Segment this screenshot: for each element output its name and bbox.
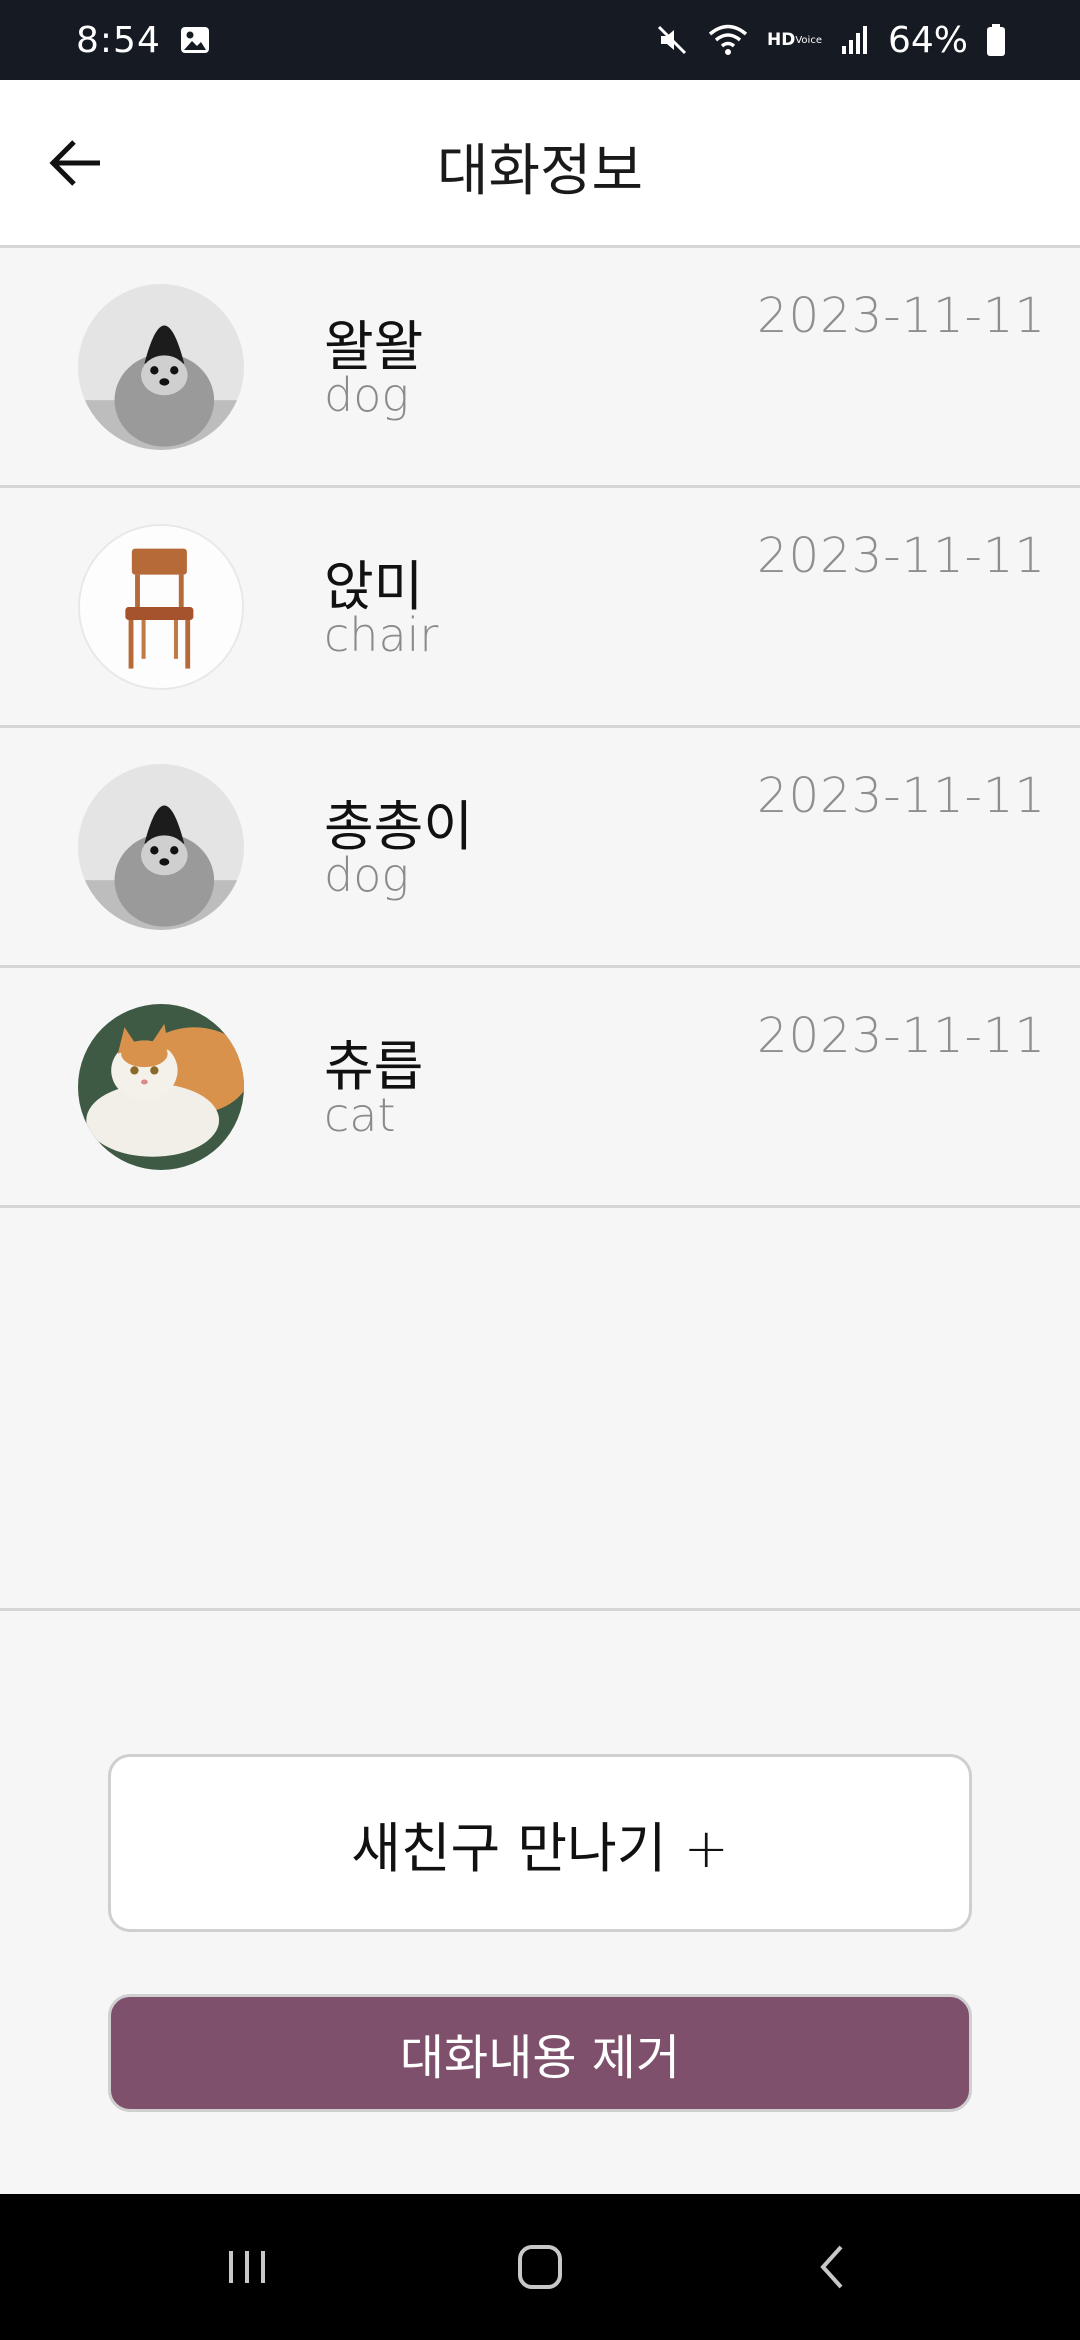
mute-icon [655, 23, 689, 57]
image-icon [179, 24, 211, 56]
chat-row[interactable]: 츄릅 cat 2023-11-11 [0, 968, 1080, 1208]
chat-date: 2023-11-11 [757, 288, 1046, 344]
home-icon [517, 2245, 562, 2289]
chat-kind: cat [324, 1088, 396, 1142]
page-title: 대화정보 [436, 139, 644, 204]
recent-apps-button[interactable] [207, 2227, 287, 2307]
chat-kind: dog [324, 368, 409, 422]
system-back-button[interactable] [793, 2227, 873, 2307]
hd-label: HD [767, 29, 796, 50]
back-icon [820, 2245, 843, 2289]
chat-row[interactable]: 총총이 dog 2023-11-11 [0, 728, 1080, 968]
divider [0, 1608, 1080, 1611]
wifi-icon [707, 23, 749, 57]
navigation-bar [0, 2194, 1080, 2340]
dog-avatar [78, 284, 244, 450]
status-bar: 8:54 HD Voice 64% [0, 0, 1080, 80]
chat-row[interactable]: 왈왈 dog 2023-11-11 [0, 248, 1080, 488]
hd-voice-icon: HD Voice [767, 29, 822, 50]
chat-date: 2023-11-11 [757, 1008, 1046, 1064]
chat-row[interactable]: 앉미 chair 2023-11-11 [0, 488, 1080, 728]
signal-icon [840, 24, 870, 56]
recent-apps-icon [228, 2251, 265, 2283]
status-time: 8:54 [76, 19, 161, 61]
chat-date: 2023-11-11 [757, 528, 1046, 584]
chat-date: 2023-11-11 [757, 768, 1046, 824]
chair-avatar [78, 524, 244, 690]
home-button[interactable] [500, 2227, 580, 2307]
battery-percent: 64% [887, 19, 968, 61]
voice-label: Voice [795, 34, 822, 46]
cat-avatar [78, 1004, 244, 1170]
chat-list: 왈왈 dog 2023-11-11 앉미 chair 2023-11-11 총총… [0, 248, 1080, 1208]
dog-avatar [78, 764, 244, 930]
new-friend-button[interactable]: 새친구 만나기 + [108, 1754, 972, 1932]
chat-kind: chair [324, 608, 439, 662]
chat-kind: dog [324, 848, 409, 902]
battery-icon [986, 23, 1006, 57]
delete-chat-button[interactable]: 대화내용 제거 [108, 1994, 972, 2112]
header: 대화정보 [0, 80, 1080, 248]
